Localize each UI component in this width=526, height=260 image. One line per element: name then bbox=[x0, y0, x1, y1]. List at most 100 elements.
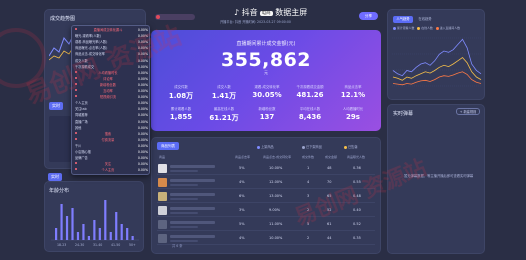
product-sub-blurred bbox=[170, 198, 198, 200]
age-panel: 年龄分布 18-23 24-30 31-40 41-50 50+ bbox=[44, 181, 144, 252]
realtime-chip[interactable]: 实时 bbox=[48, 173, 62, 181]
table-cell: 4% bbox=[239, 236, 245, 240]
metric-item: 最高在线人数 61.21万 bbox=[202, 106, 246, 123]
tab-online[interactable]: 在线趋势 bbox=[415, 16, 435, 23]
dropdown-item[interactable]: 其他 0.00% bbox=[75, 126, 148, 131]
dropdown-item[interactable]: 关注tab 0.00% bbox=[75, 107, 148, 112]
col-header: 商品点击-成交转化率 bbox=[263, 155, 292, 159]
table-cell: 70 bbox=[327, 180, 332, 184]
metric-item: 累计观看人数 1,855 bbox=[159, 106, 203, 121]
dropdown-item-value: 0.00% bbox=[137, 119, 148, 124]
dropdown-item-value: 0.00% bbox=[137, 52, 148, 57]
dropdown-item[interactable]: 小店随心推 0.00% bbox=[75, 150, 148, 155]
col-header: 成交金额 bbox=[325, 155, 338, 159]
legend-offshelf[interactable]: 已下架商品 bbox=[302, 144, 322, 149]
dropdown-item[interactable]: 新增粉丝数 0.00% bbox=[75, 82, 148, 88]
metric-value: 12.1% bbox=[340, 91, 366, 99]
legend-label: 进入直播间人数 bbox=[439, 26, 460, 30]
metric-label: 平均在线人数 bbox=[299, 107, 321, 111]
table-row[interactable]: 5% 10.00% 1 48 0.36 bbox=[157, 162, 375, 175]
dropdown-item[interactable]: 个人主页 0.00% bbox=[75, 168, 148, 173]
dropdown-item[interactable]: 观看-商品曝光率(人数) 0.00% bbox=[75, 40, 148, 45]
metric-item: 平均在线人数 8,436 bbox=[288, 106, 332, 121]
metric-value: 29s bbox=[346, 113, 360, 121]
dropdown-item[interactable]: 个人主页 0.00% bbox=[75, 101, 148, 106]
dropdown-item-value: 0.00% bbox=[137, 76, 148, 81]
realtime-chip[interactable]: 实时 bbox=[49, 102, 63, 110]
table-row[interactable]: 3% 9.00% 2 52 0.40 bbox=[157, 204, 375, 217]
table-row[interactable]: 4% 12.00% 4 70 0.55 bbox=[157, 176, 375, 189]
dropdown-item-value: 0.00% bbox=[137, 101, 148, 106]
dropdown-item[interactable]: 搜索 0.00% bbox=[75, 131, 148, 137]
dropdown-item-value: 0.00% bbox=[137, 137, 148, 142]
table-row[interactable]: 4% 10.00% 2 44 0.35 bbox=[157, 232, 375, 245]
table-cell: 3 bbox=[307, 194, 310, 198]
dropdown-item[interactable]: 同城推荐 0.00% bbox=[75, 113, 148, 118]
pager[interactable]: 共 6 条 bbox=[172, 243, 182, 248]
dropdown-item-value: 0.00% bbox=[137, 131, 148, 136]
table-cell: 65 bbox=[327, 194, 332, 198]
dropdown-item[interactable]: 商品曝光-点击率(人数) 0.00% bbox=[75, 46, 148, 51]
dropdown-item-value: 0.00% bbox=[137, 113, 148, 118]
dropdown-item-label: 搜索 bbox=[104, 131, 112, 136]
table-cell: 4% bbox=[239, 180, 245, 184]
series-line bbox=[392, 71, 482, 86]
account-selector[interactable] bbox=[155, 14, 195, 20]
dropdown-item[interactable]: 关注 0.00% bbox=[75, 162, 148, 167]
category-dot bbox=[75, 137, 77, 140]
table-cell: 2 bbox=[307, 236, 310, 240]
table-cell: 0.40 bbox=[353, 208, 361, 212]
x-tick-label: 18-23 bbox=[57, 243, 66, 247]
table-cell: 2 bbox=[307, 208, 310, 212]
age-bar bbox=[98, 228, 101, 240]
dropdown-item[interactable]: 付费流量 0.00% bbox=[75, 137, 148, 143]
dropdown-item-label: 商品曝光-点击率(人数) bbox=[75, 46, 108, 51]
dropdown-item-label: 商品点击-成交转化率 bbox=[75, 52, 105, 57]
dropdown-item[interactable]: 成交人数 0.00% bbox=[75, 59, 148, 64]
legend-soldout[interactable]: 已售罄 bbox=[344, 144, 358, 149]
add-rule-button[interactable]: + 新建规则 bbox=[456, 108, 480, 115]
age-bar bbox=[76, 232, 80, 240]
product-name-blurred bbox=[170, 193, 215, 196]
table-cell: 44 bbox=[327, 236, 332, 240]
summary-card: 直播期间累计成交金额(元) 355,862 元 成交件数 1.08万 成交人数 1.4… bbox=[151, 30, 381, 131]
metric-label: 累计观看人数 bbox=[170, 107, 192, 111]
metric-value: 30.05% bbox=[252, 91, 282, 99]
dropdown-item[interactable]: 评论率 0.00% bbox=[75, 76, 148, 82]
share-button[interactable]: 分享 bbox=[359, 12, 378, 20]
table-cell: 12.00% bbox=[269, 180, 283, 184]
table-cell: 10.00% bbox=[269, 166, 283, 170]
tiktok-icon: ♪ bbox=[234, 8, 240, 17]
dropdown-item[interactable]: 直播间成交转化漏斗 0.00% bbox=[75, 28, 148, 33]
dropdown-item[interactable]: 直播广场 0.00% bbox=[75, 120, 148, 125]
metric-label: 千次观看成交金额 bbox=[296, 85, 324, 89]
dropdown-item[interactable]: 千川 0.00% bbox=[75, 144, 148, 149]
product-name-blurred bbox=[170, 235, 215, 238]
metric-item: 新增粉丝数 137 bbox=[245, 106, 289, 121]
dropdown-item[interactable]: 曝光-观看率(人数) 0.00% bbox=[75, 34, 148, 39]
dropdown-item-value: 0.00% bbox=[137, 40, 148, 45]
dropdown-item[interactable]: 千次观看成交 0.00% bbox=[75, 65, 148, 70]
product-list-tab[interactable]: 商品列表 bbox=[157, 142, 179, 150]
dropdown-item-label: 互动率 bbox=[103, 89, 113, 93]
table-row[interactable]: 6% 13.00% 3 65 0.48 bbox=[157, 190, 375, 203]
dropdown-item[interactable]: 人均看播时长 0.00% bbox=[75, 70, 148, 76]
table-row[interactable]: 5% 11.00% 5 61 0.52 bbox=[157, 218, 375, 231]
dropdown-item[interactable]: 品牌广告 0.00% bbox=[75, 156, 148, 161]
legend-onshelf[interactable]: 上架商品 bbox=[257, 144, 274, 149]
dropdown-item[interactable]: 商品点击-成交转化率 0.00% bbox=[75, 52, 148, 57]
table-cell: 6% bbox=[239, 194, 245, 198]
dropdown-item-label: 个人主页 bbox=[101, 168, 115, 173]
product-thumbnail bbox=[158, 192, 167, 201]
col-header: 成交件数 bbox=[302, 155, 315, 159]
metric-label: 观看-成交转化率 bbox=[254, 85, 280, 89]
dropdown-item-label: 曝光-观看率(人数) bbox=[75, 34, 101, 39]
dropdown-item[interactable]: 短视频引流 0.00% bbox=[75, 95, 148, 100]
metric-dropdown[interactable]: 直播间成交转化漏斗 0.00% 曝光-观看率(人数) 0.00% 观看-商品曝光率(人数… bbox=[71, 25, 150, 175]
metric-item: 观看-成交转化率 30.05% bbox=[245, 84, 289, 99]
brand-name: 抖音 bbox=[241, 8, 258, 17]
dropdown-item[interactable]: 互动率 0.00% bbox=[75, 89, 148, 94]
tab-popularity[interactable]: 人气趋势 bbox=[393, 16, 413, 23]
product-sub-blurred bbox=[170, 212, 198, 214]
table-cell: 3% bbox=[239, 208, 245, 212]
